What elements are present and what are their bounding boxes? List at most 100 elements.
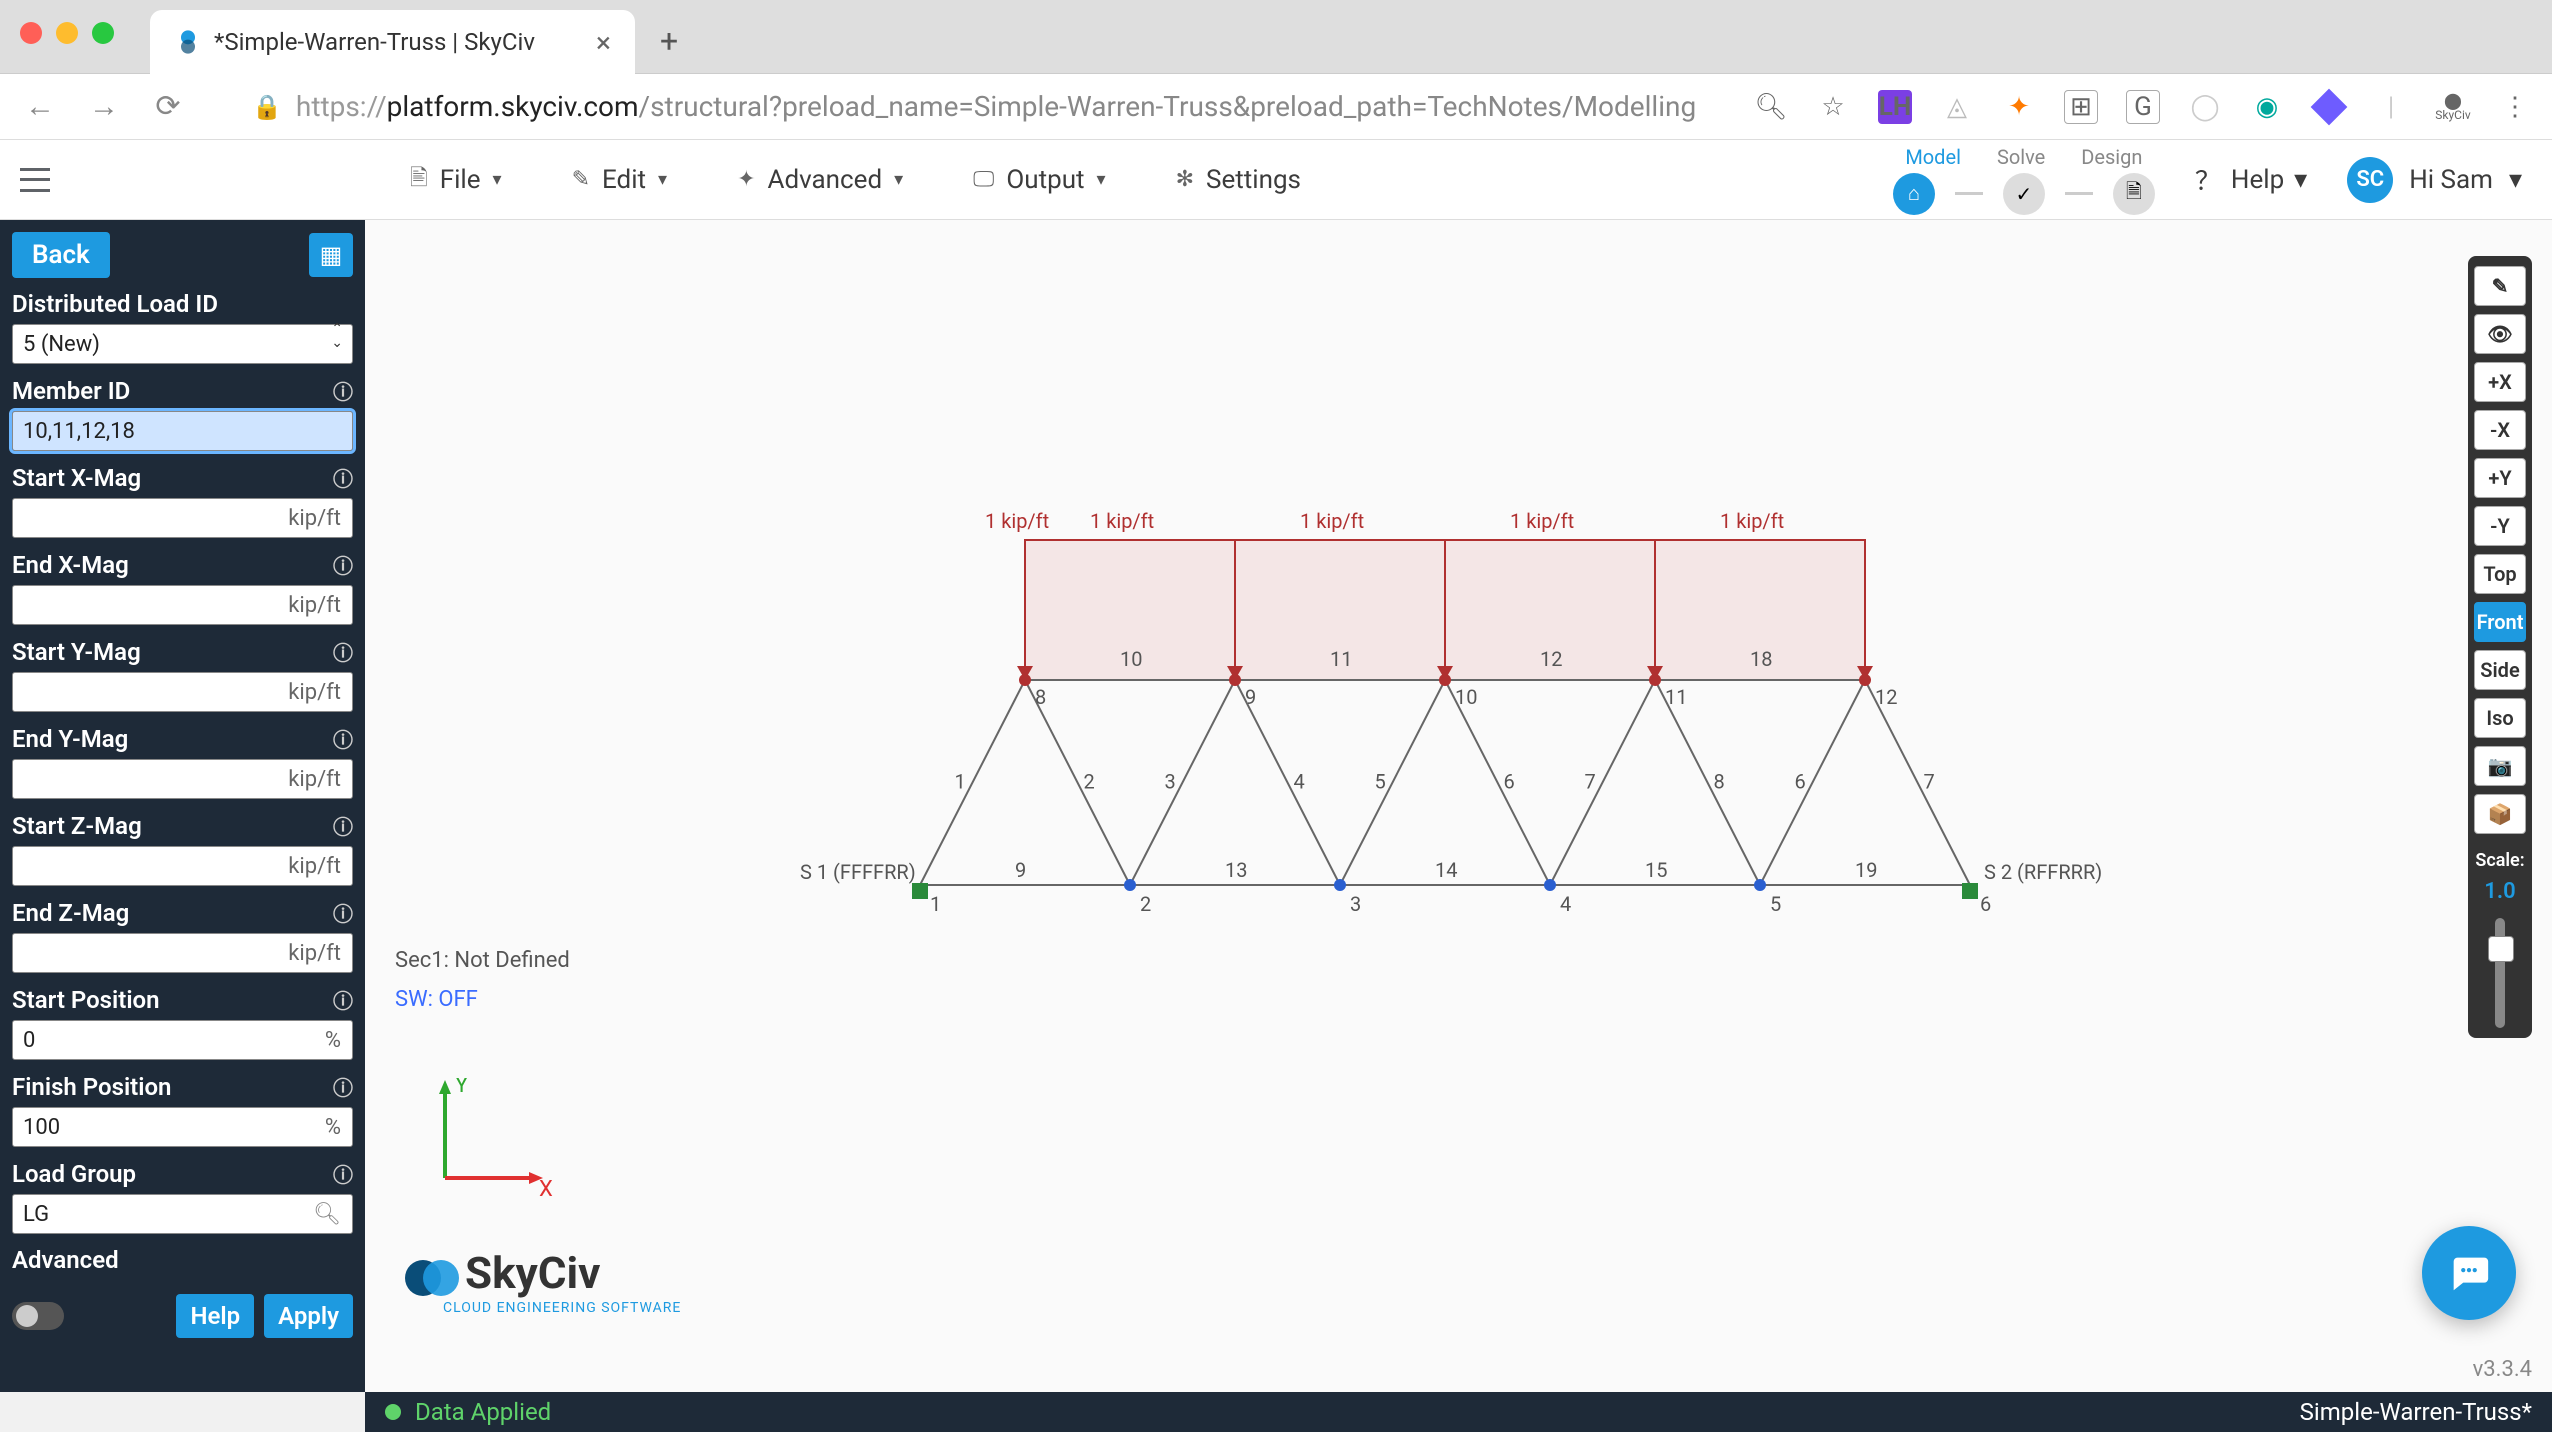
monitor-icon: 🖵 [973,167,994,192]
chevron-down-icon: ▾ [658,169,667,190]
browser-titlebar: *Simple-Warren-Truss | SkyCiv × + [0,0,2552,74]
unit-label: kip/ft [288,846,341,886]
step-solve-icon[interactable]: ✓ [2003,173,2045,215]
info-icon[interactable]: ⓘ [333,463,353,492]
unit-label: % [325,1107,341,1147]
search-icon[interactable]: 🔍︎ [1754,90,1788,124]
browser-tab[interactable]: *Simple-Warren-Truss | SkyCiv × [150,10,635,74]
view-btn-side[interactable]: Side [2474,650,2526,690]
view-btn-iso[interactable]: Iso [2474,698,2526,738]
url-field[interactable]: 🔒 https://platform.skyciv.com/structural… [252,90,1696,123]
svg-text:4: 4 [1560,892,1571,916]
info-icon[interactable]: ⓘ [333,550,353,579]
scale-label: Scale: [2475,850,2524,871]
extension-drive-icon[interactable]: ◬ [1940,90,1974,124]
model-canvas[interactable]: 1 kip/ft1 kip/ft1 kip/ft1 kip/ft1 kip/ft… [365,220,2552,1392]
info-icon[interactable]: ⓘ [333,724,353,753]
extension-grammarly-icon[interactable]: G [2126,90,2160,124]
svg-text:2: 2 [1084,770,1095,794]
extension-teal-icon[interactable]: ◉ [2250,90,2284,124]
tab-close-icon[interactable]: × [596,26,611,59]
star-icon[interactable]: ☆ [1816,90,1850,124]
svg-text:5: 5 [1375,770,1386,794]
back-button[interactable]: Back [12,232,110,278]
finish-position-input[interactable] [12,1107,353,1147]
start-y-mag-label: Start Y-Magⓘ [12,637,353,666]
member-id-input[interactable] [12,411,353,451]
extension-lh-icon[interactable]: LH [1878,90,1912,124]
help-menu[interactable]: ？Help▾ [2195,161,2307,198]
step-model-icon[interactable]: ⌂ [1893,173,1935,215]
extension-circle-icon[interactable]: ◯ [2188,90,2222,124]
svg-text:12: 12 [1540,647,1562,671]
info-icon[interactable]: ⓘ [333,898,353,927]
view-btn-top[interactable]: Top [2474,554,2526,594]
help-button[interactable]: Help [176,1294,254,1338]
svg-text:14: 14 [1435,858,1457,882]
nav-forward-icon[interactable]: → [84,89,124,124]
view-btn-[interactable]: ✎ [2474,266,2526,306]
load-group-input[interactable] [12,1194,353,1234]
info-icon[interactable]: ⓘ [333,1159,353,1188]
step-solve-label[interactable]: Solve [1997,145,2045,169]
new-tab-button[interactable]: + [660,22,678,60]
status-filename: Simple-Warren-Truss* [2300,1398,2532,1426]
extension-maple-icon[interactable]: ✦ [2002,90,2036,124]
menu-output[interactable]: 🖵Output▾ [973,161,1105,199]
search-icon[interactable]: 🔍︎ [313,1194,341,1234]
unit-label: kip/ft [288,933,341,973]
advanced-toggle[interactable] [12,1302,64,1330]
window-maximize-icon[interactable] [92,22,114,44]
section-status-label: Sec1: Not Defined [395,948,570,973]
nav-reload-icon[interactable]: ⟳ [148,89,188,124]
gear-icon: ✻ [1176,167,1194,192]
hamburger-icon[interactable] [20,168,50,192]
view-btn-front[interactable]: Front [2474,602,2526,642]
nav-back-icon[interactable]: ← [20,89,60,124]
end-y-mag-label: End Y-Magⓘ [12,724,353,753]
step-model-label[interactable]: Model [1905,145,1961,169]
unit-label: kip/ft [288,585,341,625]
finish-position-label: Finish Positionⓘ [12,1072,353,1101]
datasheet-button[interactable]: ▦ [309,233,353,277]
step-design-icon[interactable]: 🗎 [2113,173,2155,215]
dlid-select[interactable]: 5 (New) [12,324,353,364]
info-icon[interactable]: ⓘ [333,1072,353,1101]
step-design-label[interactable]: Design [2081,145,2142,169]
browser-menu-icon[interactable]: ⋮ [2498,90,2532,124]
view-btn--y[interactable]: -Y [2474,506,2526,546]
user-menu[interactable]: SC Hi Sam ▾ [2347,157,2522,203]
chat-button[interactable] [2422,1226,2516,1320]
pencil-icon: ✎ [572,167,590,192]
info-icon[interactable]: ⓘ [333,985,353,1014]
window-close-icon[interactable] [20,22,42,44]
svg-text:15: 15 [1645,858,1667,882]
status-bar: Data Applied Simple-Warren-Truss* [365,1392,2552,1432]
view-btn-+x[interactable]: +X [2474,362,2526,402]
extension-skyciv-icon[interactable]: ⬤SkyCiv [2436,90,2470,124]
menu-settings[interactable]: ✻Settings [1176,161,1301,199]
menu-advanced[interactable]: ✦Advanced▾ [737,161,903,199]
window-minimize-icon[interactable] [56,22,78,44]
view-btn-+y[interactable]: +Y [2474,458,2526,498]
apply-button[interactable]: Apply [264,1294,353,1338]
view-btn-[interactable]: 📷 [2474,746,2526,786]
status-dot-icon [385,1404,401,1420]
svg-text:S 1 (FFFFRR): S 1 (FFFFRR) [800,860,916,884]
menu-edit[interactable]: ✎Edit▾ [572,161,668,199]
svg-text:7: 7 [1585,770,1596,794]
extension-calendar-icon[interactable]: ⊞ [2064,90,2098,124]
svg-text:3: 3 [1165,770,1176,794]
start-position-input[interactable] [12,1020,353,1060]
view-btn--x[interactable]: -X [2474,410,2526,450]
svg-text:10: 10 [1120,647,1142,671]
view-btn-[interactable]: 👁 [2474,314,2526,354]
info-icon[interactable]: ⓘ [333,811,353,840]
info-icon[interactable]: ⓘ [333,376,353,405]
scale-slider[interactable] [2495,918,2505,1028]
info-icon[interactable]: ⓘ [333,637,353,666]
extension-diamond-icon[interactable] [2312,90,2346,124]
view-btn-[interactable]: 📦 [2474,794,2526,834]
menu-file[interactable]: 🖹File▾ [410,161,502,199]
tab-title: *Simple-Warren-Truss | SkyCiv [214,28,535,56]
